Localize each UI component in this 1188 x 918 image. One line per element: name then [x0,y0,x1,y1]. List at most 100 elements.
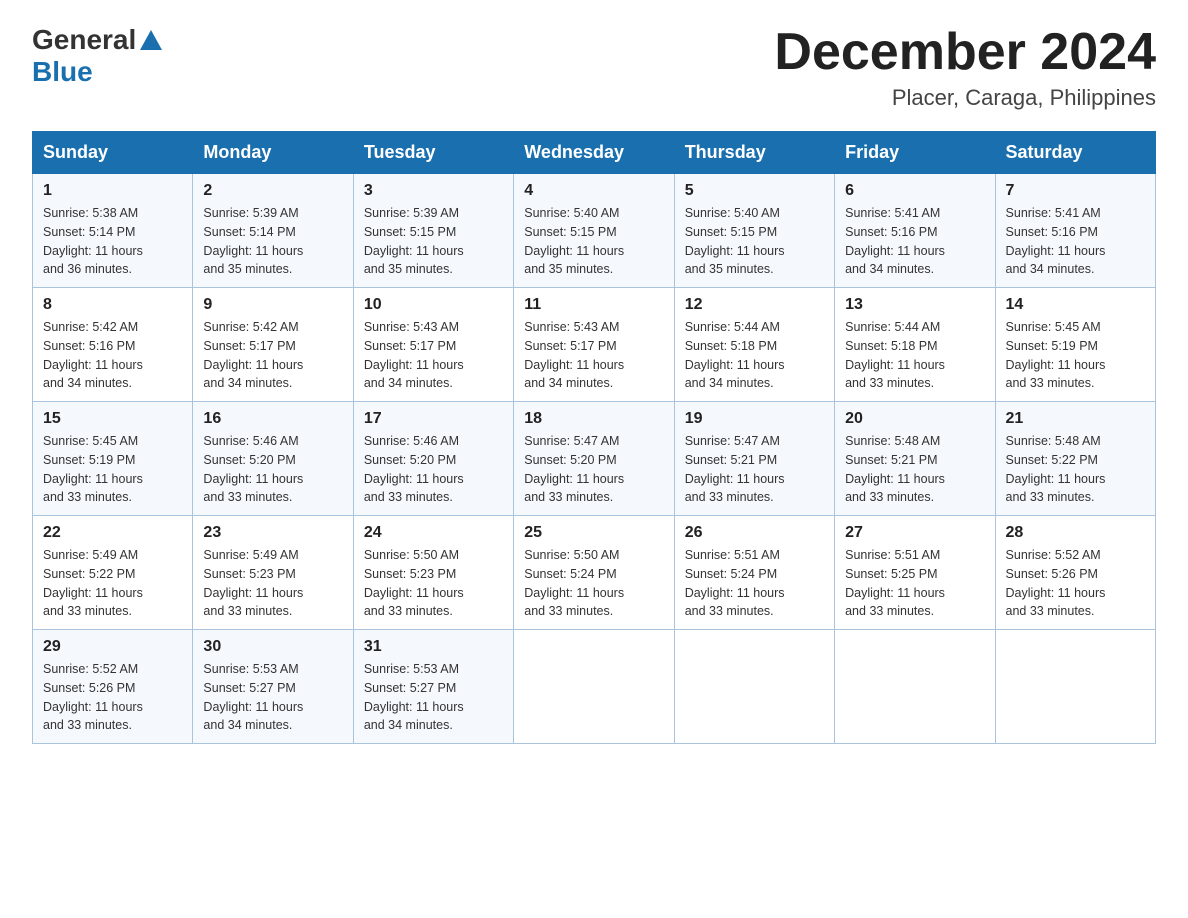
calendar-cell [514,630,674,744]
calendar-cell [674,630,834,744]
day-number: 10 [364,296,503,314]
day-number: 27 [845,524,984,542]
calendar-title: December 2024 [774,24,1156,81]
day-info: Sunrise: 5:47 AMSunset: 5:20 PMDaylight:… [524,434,624,504]
header-day-sunday: Sunday [33,132,193,174]
week-row-1: 1 Sunrise: 5:38 AMSunset: 5:14 PMDayligh… [33,174,1156,288]
day-info: Sunrise: 5:47 AMSunset: 5:21 PMDaylight:… [685,434,785,504]
day-info: Sunrise: 5:43 AMSunset: 5:17 PMDaylight:… [364,320,464,390]
header-day-monday: Monday [193,132,353,174]
day-number: 21 [1006,410,1145,428]
day-info: Sunrise: 5:40 AMSunset: 5:15 PMDaylight:… [685,206,785,276]
day-info: Sunrise: 5:44 AMSunset: 5:18 PMDaylight:… [685,320,785,390]
calendar-cell: 14 Sunrise: 5:45 AMSunset: 5:19 PMDaylig… [995,288,1155,402]
calendar-cell [995,630,1155,744]
calendar-cell: 25 Sunrise: 5:50 AMSunset: 5:24 PMDaylig… [514,516,674,630]
day-info: Sunrise: 5:38 AMSunset: 5:14 PMDaylight:… [43,206,143,276]
day-number: 30 [203,638,342,656]
day-number: 22 [43,524,182,542]
day-number: 9 [203,296,342,314]
calendar-cell: 6 Sunrise: 5:41 AMSunset: 5:16 PMDayligh… [835,174,995,288]
day-number: 31 [364,638,503,656]
header-day-thursday: Thursday [674,132,834,174]
day-info: Sunrise: 5:40 AMSunset: 5:15 PMDaylight:… [524,206,624,276]
header-day-friday: Friday [835,132,995,174]
day-number: 12 [685,296,824,314]
day-info: Sunrise: 5:43 AMSunset: 5:17 PMDaylight:… [524,320,624,390]
day-number: 26 [685,524,824,542]
day-number: 28 [1006,524,1145,542]
calendar-cell: 12 Sunrise: 5:44 AMSunset: 5:18 PMDaylig… [674,288,834,402]
day-number: 15 [43,410,182,428]
calendar-cell: 7 Sunrise: 5:41 AMSunset: 5:16 PMDayligh… [995,174,1155,288]
calendar-cell: 5 Sunrise: 5:40 AMSunset: 5:15 PMDayligh… [674,174,834,288]
calendar-header: SundayMondayTuesdayWednesdayThursdayFrid… [33,132,1156,174]
calendar-table: SundayMondayTuesdayWednesdayThursdayFrid… [32,131,1156,744]
calendar-cell: 28 Sunrise: 5:52 AMSunset: 5:26 PMDaylig… [995,516,1155,630]
week-row-2: 8 Sunrise: 5:42 AMSunset: 5:16 PMDayligh… [33,288,1156,402]
calendar-body: 1 Sunrise: 5:38 AMSunset: 5:14 PMDayligh… [33,174,1156,744]
header-day-tuesday: Tuesday [353,132,513,174]
logo: General Blue [32,24,162,88]
calendar-cell: 1 Sunrise: 5:38 AMSunset: 5:14 PMDayligh… [33,174,193,288]
calendar-title-block: December 2024 Placer, Caraga, Philippine… [774,24,1156,111]
calendar-cell: 15 Sunrise: 5:45 AMSunset: 5:19 PMDaylig… [33,402,193,516]
day-info: Sunrise: 5:48 AMSunset: 5:22 PMDaylight:… [1006,434,1106,504]
logo-triangle-icon [140,30,162,55]
day-number: 3 [364,182,503,200]
day-info: Sunrise: 5:52 AMSunset: 5:26 PMDaylight:… [43,662,143,732]
day-info: Sunrise: 5:48 AMSunset: 5:21 PMDaylight:… [845,434,945,504]
calendar-cell: 26 Sunrise: 5:51 AMSunset: 5:24 PMDaylig… [674,516,834,630]
day-number: 17 [364,410,503,428]
day-number: 16 [203,410,342,428]
day-info: Sunrise: 5:51 AMSunset: 5:24 PMDaylight:… [685,548,785,618]
header-day-saturday: Saturday [995,132,1155,174]
day-info: Sunrise: 5:49 AMSunset: 5:23 PMDaylight:… [203,548,303,618]
calendar-cell: 3 Sunrise: 5:39 AMSunset: 5:15 PMDayligh… [353,174,513,288]
day-number: 18 [524,410,663,428]
calendar-cell: 2 Sunrise: 5:39 AMSunset: 5:14 PMDayligh… [193,174,353,288]
day-number: 2 [203,182,342,200]
calendar-cell: 24 Sunrise: 5:50 AMSunset: 5:23 PMDaylig… [353,516,513,630]
day-number: 14 [1006,296,1145,314]
calendar-cell: 30 Sunrise: 5:53 AMSunset: 5:27 PMDaylig… [193,630,353,744]
week-row-5: 29 Sunrise: 5:52 AMSunset: 5:26 PMDaylig… [33,630,1156,744]
calendar-cell: 23 Sunrise: 5:49 AMSunset: 5:23 PMDaylig… [193,516,353,630]
day-number: 24 [364,524,503,542]
calendar-cell [835,630,995,744]
day-info: Sunrise: 5:42 AMSunset: 5:16 PMDaylight:… [43,320,143,390]
day-info: Sunrise: 5:39 AMSunset: 5:15 PMDaylight:… [364,206,464,276]
calendar-cell: 11 Sunrise: 5:43 AMSunset: 5:17 PMDaylig… [514,288,674,402]
logo-general-text: General [32,24,136,56]
day-info: Sunrise: 5:42 AMSunset: 5:17 PMDaylight:… [203,320,303,390]
calendar-cell: 8 Sunrise: 5:42 AMSunset: 5:16 PMDayligh… [33,288,193,402]
day-info: Sunrise: 5:50 AMSunset: 5:24 PMDaylight:… [524,548,624,618]
calendar-cell: 19 Sunrise: 5:47 AMSunset: 5:21 PMDaylig… [674,402,834,516]
header-row: SundayMondayTuesdayWednesdayThursdayFrid… [33,132,1156,174]
day-number: 8 [43,296,182,314]
day-info: Sunrise: 5:46 AMSunset: 5:20 PMDaylight:… [364,434,464,504]
day-info: Sunrise: 5:49 AMSunset: 5:22 PMDaylight:… [43,548,143,618]
calendar-cell: 17 Sunrise: 5:46 AMSunset: 5:20 PMDaylig… [353,402,513,516]
header-day-wednesday: Wednesday [514,132,674,174]
day-number: 13 [845,296,984,314]
day-number: 11 [524,296,663,314]
day-info: Sunrise: 5:41 AMSunset: 5:16 PMDaylight:… [1006,206,1106,276]
day-number: 4 [524,182,663,200]
calendar-subtitle: Placer, Caraga, Philippines [774,85,1156,111]
day-info: Sunrise: 5:46 AMSunset: 5:20 PMDaylight:… [203,434,303,504]
day-number: 25 [524,524,663,542]
day-info: Sunrise: 5:53 AMSunset: 5:27 PMDaylight:… [364,662,464,732]
day-number: 29 [43,638,182,656]
day-number: 7 [1006,182,1145,200]
day-number: 20 [845,410,984,428]
day-number: 1 [43,182,182,200]
calendar-cell: 10 Sunrise: 5:43 AMSunset: 5:17 PMDaylig… [353,288,513,402]
page-header: General Blue December 2024 Placer, Carag… [32,24,1156,111]
day-info: Sunrise: 5:52 AMSunset: 5:26 PMDaylight:… [1006,548,1106,618]
day-info: Sunrise: 5:39 AMSunset: 5:14 PMDaylight:… [203,206,303,276]
calendar-cell: 4 Sunrise: 5:40 AMSunset: 5:15 PMDayligh… [514,174,674,288]
calendar-cell: 9 Sunrise: 5:42 AMSunset: 5:17 PMDayligh… [193,288,353,402]
day-number: 19 [685,410,824,428]
calendar-cell: 16 Sunrise: 5:46 AMSunset: 5:20 PMDaylig… [193,402,353,516]
